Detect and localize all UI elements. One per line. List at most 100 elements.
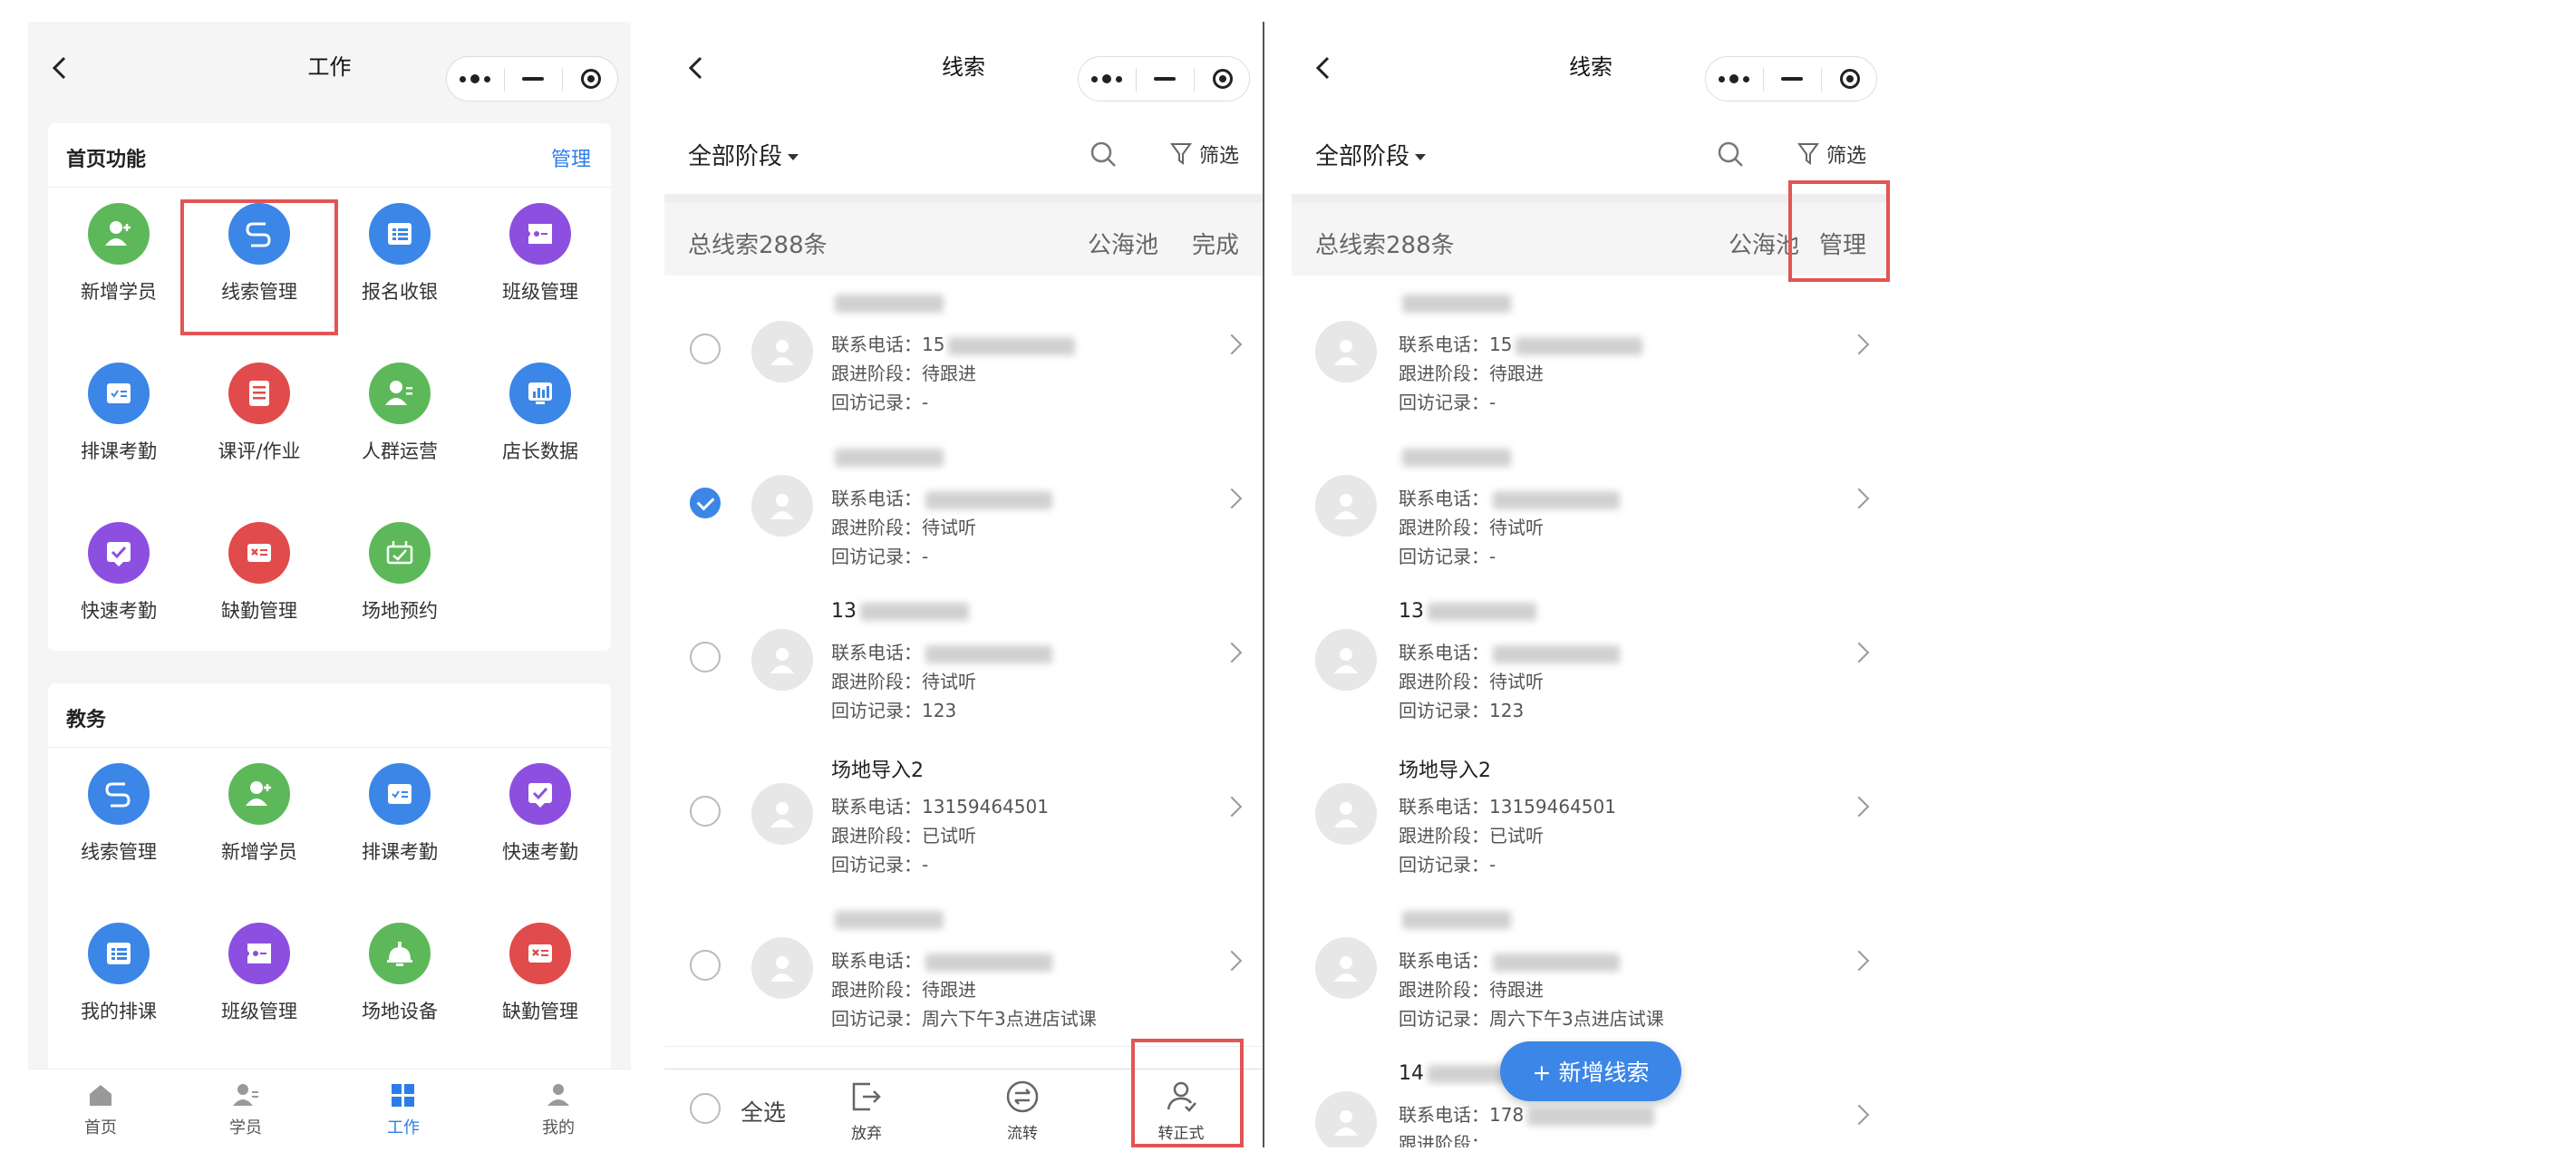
function-item[interactable]: 场地预约 — [336, 522, 463, 624]
convert-button[interactable]: 转正式 — [1140, 1079, 1222, 1143]
lead-select-radio[interactable] — [690, 334, 721, 364]
stage-dropdown[interactable]: 全部阶段 — [688, 138, 799, 171]
function-item[interactable]: 新增学员 — [196, 763, 323, 865]
funnel-icon — [1797, 143, 1819, 165]
chevron-right-icon — [1221, 796, 1243, 818]
lead-row[interactable]: 联系电话：15 跟进阶段：待跟进 回访记录：- — [1292, 276, 1890, 431]
lead-row[interactable]: 联系电话： 跟进阶段：待试听 回访记录：- — [1292, 430, 1890, 585]
transfer-button[interactable]: 流转 — [982, 1079, 1063, 1143]
chevron-right-icon — [1848, 796, 1870, 818]
function-item[interactable]: 班级管理 — [477, 203, 604, 305]
function-item[interactable]: 班级管理 — [196, 923, 323, 1024]
lead-field: 跟进阶段：已试听 — [831, 825, 976, 847]
chevron-right-icon — [1221, 950, 1243, 972]
lead-field: 联系电话：13159464501 — [1399, 796, 1616, 818]
function-label: 线索管理 — [221, 281, 297, 303]
lead-row[interactable]: 联系电话： 跟进阶段：待跟进 回访记录：周六下午3点进店试课 — [1292, 892, 1890, 1047]
function-item[interactable]: 快速考勤 — [477, 763, 604, 865]
add-lead-button[interactable]: + 新增线索 — [1500, 1041, 1681, 1101]
route-icon — [228, 203, 290, 265]
function-item[interactable]: 缺勤管理 — [196, 522, 323, 624]
function-item[interactable]: 缺勤管理 — [477, 923, 604, 1024]
lead-row[interactable]: 13 联系电话： 跟进阶段：待试听 回访记录：123 — [664, 584, 1263, 739]
public-pool-link[interactable]: 公海池 — [1729, 227, 1799, 260]
search-icon[interactable] — [1716, 140, 1745, 169]
lead-row[interactable]: 13 联系电话： 跟进阶段：待试听 回访记录：123 — [1292, 584, 1890, 739]
tab-student[interactable]: 学员 — [200, 1082, 291, 1138]
function-item[interactable]: 店长数据 — [477, 363, 604, 464]
function-label: 新增学员 — [221, 841, 297, 863]
lead-row[interactable]: 场地导入2 联系电话：13159464501 跟进阶段：已试听 回访记录：- — [1292, 738, 1890, 893]
more-icon[interactable] — [1079, 57, 1135, 101]
tab-label: 学员 — [229, 1118, 262, 1137]
minimize-icon[interactable] — [1137, 57, 1193, 101]
function-item[interactable]: 我的排课 — [55, 923, 182, 1024]
lead-field: 联系电话：13159464501 — [831, 796, 1049, 818]
lead-count: 总线索288条 — [688, 232, 828, 259]
summary-bar: 总线索288条 公海池 管理 — [1292, 203, 1890, 276]
function-item[interactable]: 排课考勤 — [55, 363, 182, 464]
lead-field: 跟进阶段：待跟进 — [831, 363, 976, 384]
function-item[interactable]: 课评/作业 — [196, 363, 323, 464]
filter-button[interactable]: 筛选 — [1170, 140, 1239, 169]
lead-row[interactable]: 联系电话： 跟进阶段：待试听 回访记录：- — [664, 430, 1263, 585]
tab-home[interactable]: 首页 — [55, 1082, 146, 1138]
function-label: 报名收银 — [362, 281, 438, 303]
function-item[interactable]: 线索管理 — [196, 203, 323, 305]
avatar-icon — [751, 783, 813, 845]
more-icon[interactable] — [1706, 57, 1762, 101]
ticket-icon — [228, 923, 290, 984]
done-button[interactable]: 完成 — [1192, 227, 1239, 260]
function-item[interactable]: 快速考勤 — [55, 522, 182, 624]
filter-button[interactable]: 筛选 — [1797, 140, 1866, 169]
select-all-label[interactable]: 全选 — [741, 1095, 786, 1127]
chevron-right-icon — [1848, 488, 1870, 509]
function-item[interactable]: 场地设备 — [336, 923, 463, 1024]
lead-field: 跟进阶段：待试听 — [1399, 517, 1544, 538]
lead-row[interactable]: 联系电话： 跟进阶段：待跟进 回访记录：周六下午3点进店试课 — [664, 892, 1263, 1047]
minimize-icon[interactable] — [1764, 57, 1820, 101]
lead-row[interactable]: 联系电话：15 跟进阶段：待跟进 回访记录：- — [664, 276, 1263, 431]
manage-button[interactable]: 管理 — [1819, 227, 1866, 260]
section-title: 首页功能 — [66, 149, 147, 171]
function-item[interactable]: 新增学员 — [55, 203, 182, 305]
search-icon[interactable] — [1089, 140, 1118, 169]
lead-field: 跟进阶段：待跟进 — [831, 979, 976, 1001]
avatar-icon — [751, 937, 813, 999]
lead-name — [1399, 446, 1511, 469]
function-item[interactable]: 人群运营 — [336, 363, 463, 464]
chevron-right-icon — [1848, 334, 1870, 355]
lead-select-radio[interactable] — [690, 488, 721, 518]
select-all-radio[interactable] — [690, 1093, 721, 1124]
public-pool-link[interactable]: 公海池 — [1088, 227, 1158, 260]
manage-link[interactable]: 管理 — [551, 143, 591, 172]
lead-row[interactable]: 场地导入2 联系电话：13159464501 跟进阶段：已试听 回访记录：- — [664, 738, 1263, 893]
tab-work[interactable]: 工作 — [358, 1082, 449, 1138]
back-arrow-icon[interactable] — [1310, 54, 1337, 82]
minimize-icon[interactable] — [505, 57, 561, 101]
tab-profile[interactable]: 我的 — [513, 1082, 604, 1138]
function-item[interactable]: 线索管理 — [55, 763, 182, 865]
function-item[interactable]: 报名收银 — [336, 203, 463, 305]
lead-field: 跟进阶段： — [1399, 1133, 1489, 1147]
close-target-icon[interactable] — [1195, 57, 1251, 101]
abandon-button[interactable]: 放弃 — [826, 1079, 907, 1143]
lead-select-radio[interactable] — [690, 796, 721, 827]
academic-card: 教务 线索管理 新增学员 排课考勤 快速考勤 我的排课 班级管理 场地设备 缺勤管理 — [48, 683, 611, 1091]
more-icon[interactable] — [447, 57, 503, 101]
function-item[interactable]: 排课考勤 — [336, 763, 463, 865]
avatar-icon — [1315, 783, 1377, 845]
close-target-icon[interactable] — [563, 57, 619, 101]
back-arrow-icon[interactable] — [46, 54, 73, 82]
lead-select-radio[interactable] — [690, 950, 721, 981]
stage-dropdown[interactable]: 全部阶段 — [1315, 138, 1427, 171]
lead-select-radio[interactable] — [690, 642, 721, 673]
chevron-right-icon — [1848, 1104, 1870, 1126]
chevron-right-icon — [1221, 488, 1243, 509]
function-label: 排课考勤 — [81, 440, 157, 462]
back-arrow-icon[interactable] — [683, 54, 710, 82]
function-label: 课评/作业 — [218, 440, 301, 462]
close-target-icon[interactable] — [1822, 57, 1878, 101]
lead-field: 跟进阶段：待试听 — [1399, 671, 1544, 692]
screenshot: 工作 首页功能 管理 新增学员 线索管理 报名收银 班级管理 排课考勤 课评/作业 人群运营… — [0, 0, 2576, 1171]
